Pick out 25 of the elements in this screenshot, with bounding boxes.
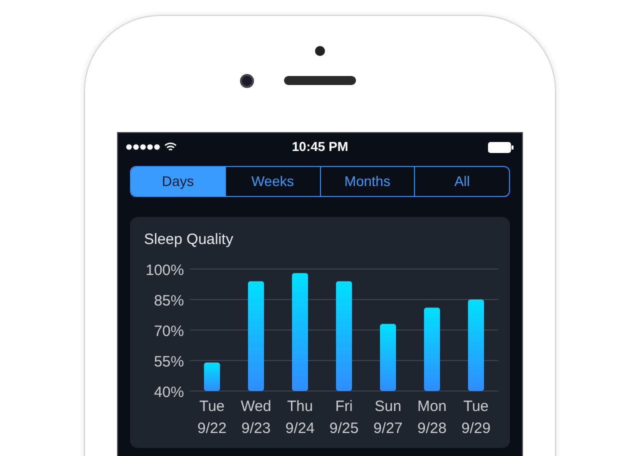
- x-tick-label: Sun 9/27: [373, 398, 403, 436]
- bar: [204, 362, 220, 390]
- x-tick-label: Fri 9/25: [329, 398, 359, 436]
- card-title: Sleep Quality: [143, 230, 234, 250]
- front-camera-icon: [240, 74, 254, 88]
- battery-icon: [488, 142, 514, 152]
- y-tick-label: 70%: [154, 322, 184, 340]
- wifi-icon: [164, 142, 177, 152]
- bar: [380, 323, 396, 390]
- status-time: 10:45 PM: [292, 138, 348, 156]
- segment-tab[interactable]: Weeks: [224, 167, 320, 196]
- signal-dots-icon: [126, 144, 160, 150]
- x-tick-label: Tue 9/22: [197, 398, 227, 436]
- x-tick-label: Mon 9/28: [417, 398, 447, 436]
- x-tick-label: Wed 9/23: [240, 398, 272, 436]
- x-tick-label: Thu 9/24: [285, 398, 315, 436]
- y-tick-label: 85%: [154, 292, 184, 309]
- segment-tab[interactable]: All: [414, 167, 509, 196]
- y-tick-label: 100%: [146, 262, 184, 278]
- y-tick-label: 55%: [154, 353, 184, 370]
- segment-tab[interactable]: Days: [131, 167, 225, 196]
- y-tick-label: 40%: [154, 384, 184, 400]
- earpiece-speaker-icon: [284, 76, 356, 85]
- x-tick-label: Tue 9/29: [461, 398, 491, 436]
- segment-tab[interactable]: Months: [320, 167, 414, 196]
